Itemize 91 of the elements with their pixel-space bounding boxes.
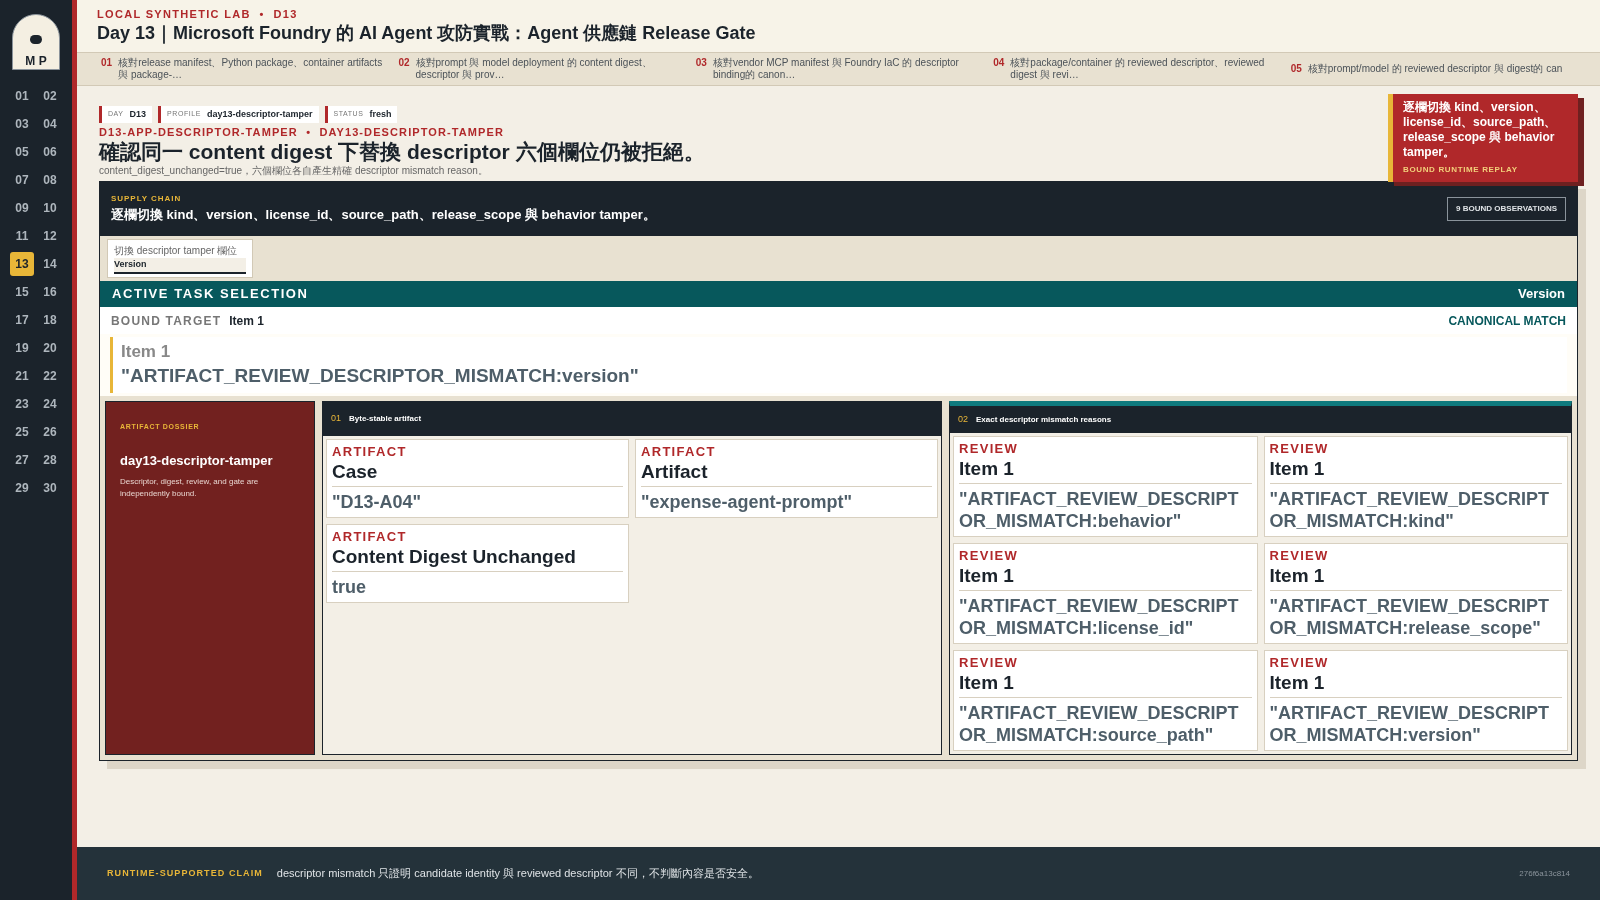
day-link[interactable]: 01 (10, 84, 34, 108)
day-link[interactable]: 04 (38, 112, 62, 136)
active-task-title: ACTIVE TASK SELECTION (112, 285, 309, 304)
day-link[interactable]: 07 (10, 168, 34, 192)
day-link[interactable]: 22 (38, 364, 62, 388)
panel-eyebrow: SUPPLY CHAIN (111, 193, 183, 206)
card-kind: REVIEW (1269, 655, 1330, 671)
card-title: Content Digest Unchanged (332, 545, 623, 572)
dossier-title: day13-descriptor-tamper (120, 451, 274, 470)
active-task-value: Version (1518, 285, 1565, 304)
card-title: Item 1 (959, 457, 1252, 484)
card-kind: REVIEW (1269, 548, 1330, 564)
footer-text: descriptor mismatch 只證明 candidate identity 與 reviewed descriptor 不同，不判斷內容是否安全。 (276, 866, 760, 882)
card-kind: REVIEW (959, 655, 1020, 671)
section-title: Exact descriptor mismatch reasons (976, 413, 1112, 426)
observations-badge: 9 BOUND OBSERVATIONS (1447, 197, 1566, 221)
card-value: "ARTIFACT_REVIEW_DESCRIPTOR_MISMATCH:release_scope" (1269, 595, 1551, 639)
day-link[interactable]: 15 (10, 280, 34, 304)
logo-mark-icon (30, 35, 42, 44)
day-link[interactable]: 21 (10, 364, 34, 388)
day-link[interactable]: 20 (38, 336, 62, 360)
day-link[interactable]: 27 (10, 448, 34, 472)
scenario-code: D13-APP-DESCRIPTOR-TAMPER • DAY13-DESCRIPTOR-TAMPER (99, 125, 505, 139)
day-link[interactable]: 11 (10, 224, 34, 248)
card-title: Item 1 (1269, 457, 1562, 484)
step-link[interactable]: 01 核對release manifest、Python package、container artifacts 與 package-… (101, 57, 387, 81)
bound-target-value: Item 1 (229, 312, 264, 330)
day-link[interactable]: 17 (10, 308, 34, 332)
card-kind: REVIEW (959, 548, 1020, 564)
day-link[interactable]: 05 (10, 140, 34, 164)
footer-label: RUNTIME-SUPPORTED CLAIM (107, 866, 263, 880)
logo-text: M P (25, 55, 47, 68)
day-link[interactable]: 23 (10, 392, 34, 416)
section-title: Byte-stable artifact (349, 413, 422, 425)
card-value: "expense-agent-prompt" (641, 491, 854, 513)
day-link[interactable]: 09 (10, 196, 34, 220)
day-link[interactable]: 24 (38, 392, 62, 416)
section-number: 01 (331, 412, 341, 426)
footer-hash: 276f6a13c814 (1519, 867, 1570, 880)
day-link[interactable]: 12 (38, 224, 62, 248)
day-link[interactable]: 18 (38, 308, 62, 332)
match-status: CANONICAL MATCH (1448, 312, 1566, 330)
card-value: "ARTIFACT_REVIEW_DESCRIPTOR_MISMATCH:version" (1269, 702, 1551, 746)
step-link[interactable]: 04 核對package/container 的 reviewed descriptor、reviewed digest 與 revi… (993, 57, 1279, 81)
card-kind: ARTIFACT (332, 529, 408, 545)
scenario-heading: 確認同一 content digest 下替換 descriptor 六個欄位仍被拒絕。 (99, 139, 705, 165)
selected-reason-text: "ARTIFACT_REVIEW_DESCRIPTOR_MISMATCH:version" (121, 364, 640, 388)
card-kind: ARTIFACT (641, 444, 717, 460)
callout-label: BOUND RUNTIME REPLAY (1403, 164, 1519, 176)
day-link[interactable]: 03 (10, 112, 34, 136)
day-link[interactable]: 06 (38, 140, 62, 164)
section-number: 02 (958, 412, 968, 426)
card-value: true (332, 576, 367, 598)
step-link[interactable]: 03 核對vendor MCP manifest 與 Foundry IaC 的 descriptor binding的 canon… (695, 57, 982, 81)
day-link[interactable]: 02 (38, 84, 62, 108)
card-title: Item 1 (959, 564, 1252, 591)
day-link[interactable]: 25 (10, 420, 34, 444)
card-kind: REVIEW (959, 441, 1020, 457)
card-kind: ARTIFACT (332, 444, 408, 460)
header-eyebrow: LOCAL SYNTHETIC LAB • D13 (97, 7, 299, 21)
day-link[interactable]: 28 (38, 448, 62, 472)
day-link[interactable]: 26 (38, 420, 62, 444)
card-kind: REVIEW (1269, 441, 1330, 457)
card-title: Item 1 (959, 671, 1252, 698)
page-title: Day 13｜Microsoft Foundry 的 AI Agent 攻防實戰：Agent 供應鏈 Release Gate (97, 22, 757, 45)
day-link[interactable]: 08 (38, 168, 62, 192)
selected-item: Item 1 (121, 341, 172, 363)
card-title: Case (332, 460, 623, 487)
card-title: Item 1 (1269, 564, 1562, 591)
day-link[interactable]: 16 (38, 280, 62, 304)
card-value: "ARTIFACT_REVIEW_DESCRIPTOR_MISMATCH:behavior" (959, 488, 1240, 532)
callout-text: 逐欄切換 kind、version、license_id、source_path、release_scope 與 behavior tamper。 (1403, 100, 1558, 160)
bound-target-label: BOUND TARGET (111, 312, 222, 330)
card-title: Artifact (641, 460, 932, 487)
card-value: "D13-A04" (332, 491, 423, 513)
day-link[interactable]: 29 (10, 476, 34, 500)
card-value: "ARTIFACT_REVIEW_DESCRIPTOR_MISMATCH:kind" (1269, 488, 1551, 532)
day-link[interactable]: 14 (38, 252, 62, 276)
card-value: "ARTIFACT_REVIEW_DESCRIPTOR_MISMATCH:source_path" (959, 702, 1240, 746)
card-value: "ARTIFACT_REVIEW_DESCRIPTOR_MISMATCH:license_id" (959, 595, 1240, 639)
dossier-text: Descriptor, digest, review, and gate are independently bound. (120, 476, 260, 500)
step-link[interactable]: 02 核對prompt 與 model deployment 的 content digest、descriptor 與 prov… (398, 57, 684, 81)
tamper-field-select[interactable]: 切換 descriptor tamper 欄位 Version (107, 239, 253, 278)
panel-title: 逐欄切換 kind、version、license_id、source_path、release_scope 與 behavior tamper。 (111, 206, 656, 225)
card-title: Item 1 (1269, 671, 1562, 698)
step-link[interactable]: 05 核對prompt/model 的 reviewed descriptor 與 digest的 can (1290, 63, 1577, 75)
scenario-note: content_digest_unchanged=true，六個欄位各自產生精確 descriptor mismatch reason。 (99, 165, 488, 177)
day-link[interactable]: 30 (38, 476, 62, 500)
day-link[interactable]: 19 (10, 336, 34, 360)
day-link[interactable]: 10 (38, 196, 62, 220)
day-link[interactable]: 13 (10, 252, 34, 276)
